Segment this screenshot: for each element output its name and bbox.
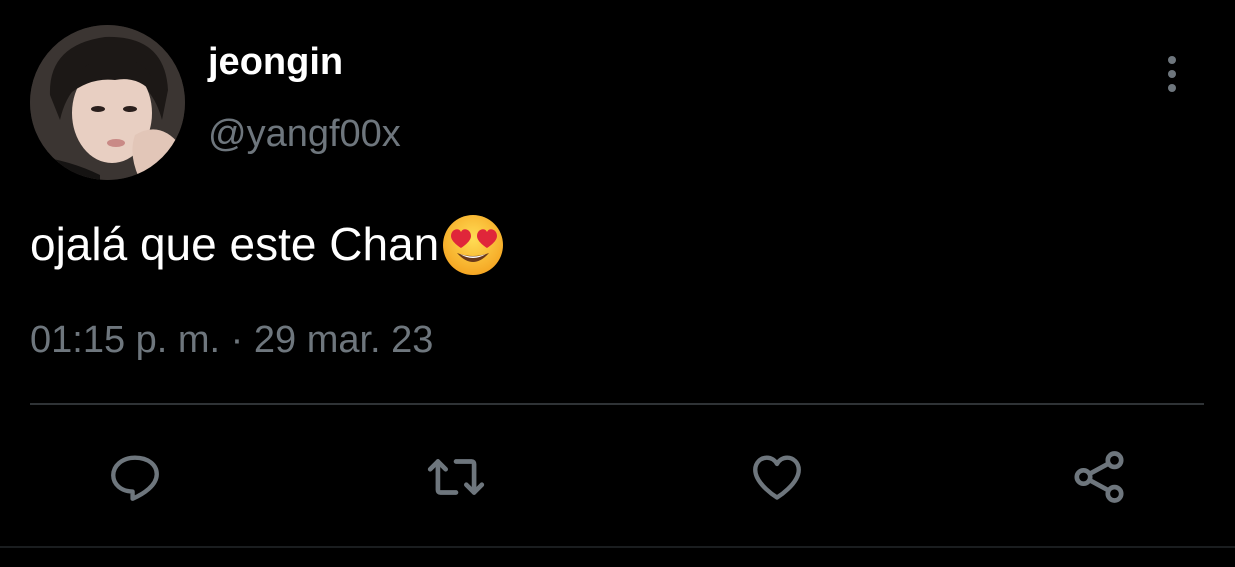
display-name[interactable]: jeongin xyxy=(208,40,343,86)
bottom-divider xyxy=(0,546,1235,548)
share-button[interactable] xyxy=(1068,446,1130,508)
tweet-text: ojalá que este Chan xyxy=(30,213,505,277)
divider xyxy=(30,403,1204,405)
tweet-detail: jeongin @yangf00x ojalá que este Chan 01… xyxy=(0,0,1235,567)
like-button[interactable] xyxy=(746,446,808,508)
heart-icon xyxy=(753,455,801,500)
retweet-icon xyxy=(427,459,485,495)
more-options-button[interactable] xyxy=(1150,52,1194,96)
avatar[interactable] xyxy=(30,25,185,180)
avatar-image xyxy=(30,25,185,180)
reply-button[interactable] xyxy=(104,446,166,508)
heart-eyes-emoji-icon xyxy=(443,215,504,275)
reply-icon xyxy=(111,455,159,501)
vertical-dots-icon xyxy=(1168,56,1176,92)
retweet-button[interactable] xyxy=(425,446,487,508)
share-icon xyxy=(1074,451,1124,503)
tweet-timestamp[interactable]: 01:15 p. m. · 29 mar. 23 xyxy=(30,318,433,364)
tweet-text-content: ojalá que este Chan xyxy=(30,218,440,271)
user-handle[interactable]: @yangf00x xyxy=(208,112,401,158)
